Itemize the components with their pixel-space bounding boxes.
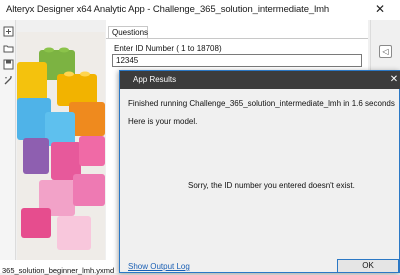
id-number-input[interactable]: 12345 <box>112 54 362 67</box>
app-hero-image <box>17 32 105 264</box>
new-icon[interactable] <box>3 24 14 37</box>
collapse-arrow-icon[interactable]: ◁ <box>379 45 392 58</box>
id-number-label: Enter ID Number ( 1 to 18708) <box>114 44 222 53</box>
tab-divider <box>106 38 368 39</box>
window-title: Alteryx Designer x64 Analytic App - Chal… <box>6 4 330 15</box>
workflow-filename: 365_solution_beginner_lmh.yxmd <box>2 266 115 275</box>
model-message: Here is your model. <box>128 117 198 126</box>
dialog-title: App Results <box>133 75 177 84</box>
save-icon[interactable] <box>3 57 14 70</box>
ok-button[interactable]: OK <box>337 259 399 273</box>
error-message: Sorry, the ID number you entered doesn't… <box>188 181 355 190</box>
left-toolbar <box>0 20 16 260</box>
dialog-close-button[interactable]: ✕ <box>388 74 400 86</box>
window-close-button[interactable]: ✕ <box>372 1 388 17</box>
wand-icon[interactable] <box>3 73 14 85</box>
finished-message: Finished running Challenge_365_solution_… <box>128 99 395 108</box>
show-output-log-link[interactable]: Show Output Log <box>128 262 190 271</box>
open-folder-icon[interactable] <box>3 41 14 53</box>
